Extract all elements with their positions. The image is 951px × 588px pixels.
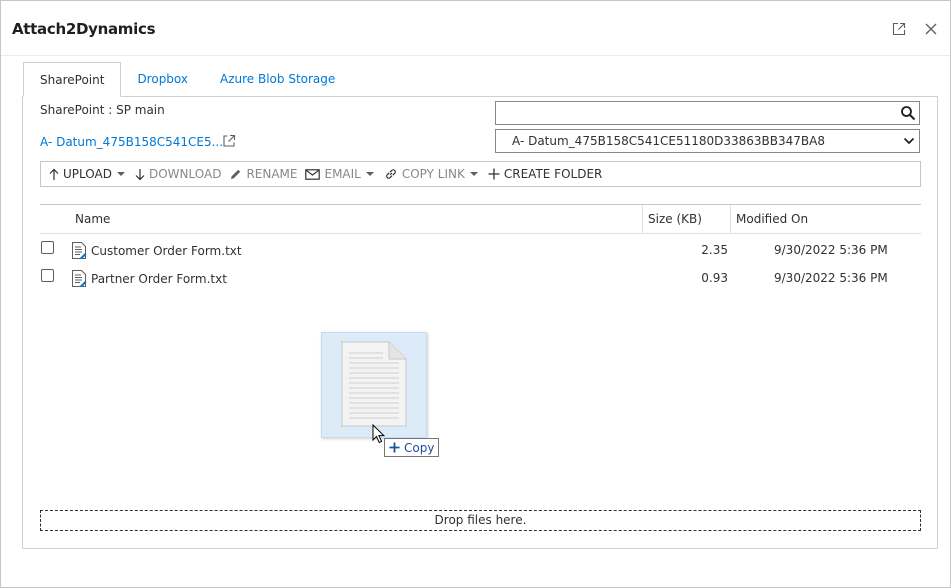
caret-down-icon xyxy=(365,172,374,176)
tab-dropbox[interactable]: Dropbox xyxy=(121,62,204,97)
table-row[interactable]: Customer Order Form.txt 2.35 9/30/2022 5… xyxy=(40,238,921,266)
library-select[interactable]: A- Datum_475B158C541CE51180D33863BB347BA… xyxy=(495,129,920,153)
library-select-value: A- Datum_475B158C541CE51180D33863BB347BA… xyxy=(512,134,826,148)
rename-label: RENAME xyxy=(246,167,298,181)
chevron-down-icon xyxy=(903,137,915,145)
site-label: SharePoint : SP main xyxy=(40,103,165,117)
upload-button[interactable]: UPLOAD xyxy=(45,162,131,186)
caret-down-icon xyxy=(469,172,478,176)
column-header-modified[interactable]: Modified On xyxy=(736,205,808,234)
drag-preview xyxy=(321,332,427,438)
library-link[interactable]: A- Datum_475B158C541CE5... xyxy=(40,135,223,149)
file-modified: 9/30/2022 5:36 PM xyxy=(774,271,888,285)
arrow-up-icon xyxy=(49,168,59,180)
search-icon[interactable] xyxy=(900,105,916,121)
text-file-icon xyxy=(72,242,87,259)
open-external-icon[interactable] xyxy=(222,134,236,148)
column-header-name[interactable]: Name xyxy=(75,205,110,234)
tab-azure-blob-storage[interactable]: Azure Blob Storage xyxy=(204,62,351,97)
column-divider[interactable] xyxy=(642,205,643,234)
grid-header: Name Size (KB) Modified On xyxy=(40,204,921,234)
table-row[interactable]: Partner Order Form.txt 0.93 9/30/2022 5:… xyxy=(40,266,921,294)
copy-label: Copy xyxy=(404,440,435,455)
rename-button[interactable]: RENAME xyxy=(225,162,301,186)
row-checkbox[interactable] xyxy=(41,269,54,282)
plus-icon xyxy=(488,168,500,180)
storage-tabs: SharePoint Dropbox Azure Blob Storage xyxy=(23,62,351,97)
dialog-title: Attach2Dynamics xyxy=(12,20,156,38)
search-input[interactable] xyxy=(495,101,920,125)
link-icon xyxy=(386,169,396,179)
attach2dynamics-dialog: Attach2Dynamics SharePoint Dropbox Azure… xyxy=(0,0,951,588)
file-toolbar: UPLOAD DOWNLOAD RENAME EMAIL COPY LINK C… xyxy=(40,161,921,187)
file-size: 0.93 xyxy=(701,271,728,285)
create-folder-button[interactable]: CREATE FOLDER xyxy=(484,162,607,186)
upload-label: UPLOAD xyxy=(63,167,112,181)
close-icon xyxy=(925,23,937,35)
download-label: DOWNLOAD xyxy=(148,167,222,181)
caret-down-icon xyxy=(116,172,125,176)
mail-icon xyxy=(305,168,321,180)
column-header-size[interactable]: Size (KB) xyxy=(648,205,702,234)
plus-icon xyxy=(389,442,400,453)
column-divider[interactable] xyxy=(730,205,731,234)
header-divider xyxy=(1,55,950,56)
close-button[interactable] xyxy=(921,19,941,39)
popout-button[interactable] xyxy=(889,19,909,39)
drop-zone[interactable]: Drop files here. xyxy=(40,510,921,531)
tab-sharepoint[interactable]: SharePoint xyxy=(23,62,122,97)
file-modified: 9/30/2022 5:36 PM xyxy=(774,243,888,257)
create-folder-label: CREATE FOLDER xyxy=(503,167,603,181)
email-button[interactable]: EMAIL xyxy=(301,162,379,186)
copy-tooltip: Copy xyxy=(384,438,439,457)
file-name[interactable]: Partner Order Form.txt xyxy=(91,272,227,286)
arrow-down-icon xyxy=(135,168,145,180)
copy-link-label: COPY LINK xyxy=(401,167,465,181)
email-label: EMAIL xyxy=(324,167,361,181)
document-icon xyxy=(341,341,407,427)
file-name[interactable]: Customer Order Form.txt xyxy=(91,244,242,258)
download-button[interactable]: DOWNLOAD xyxy=(131,162,225,186)
pencil-icon xyxy=(231,169,241,179)
text-file-icon xyxy=(72,270,87,287)
file-size: 2.35 xyxy=(701,243,728,257)
popout-icon xyxy=(892,22,906,36)
sharepoint-panel: SharePoint : SP main A- Datum_475B158C54… xyxy=(22,96,938,549)
copy-link-button[interactable]: COPY LINK xyxy=(380,162,484,186)
row-checkbox[interactable] xyxy=(41,241,54,254)
